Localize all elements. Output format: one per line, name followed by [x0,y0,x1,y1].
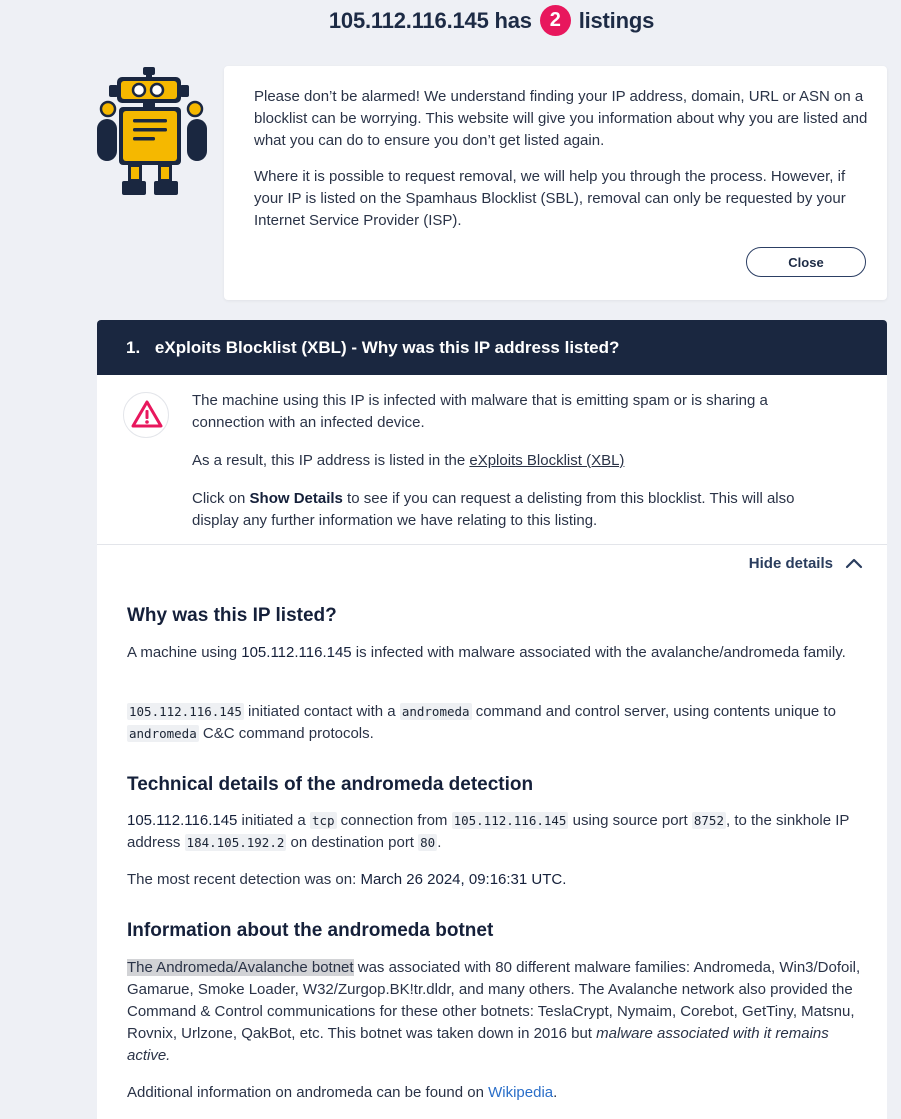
technical-heading: Technical details of the andromeda detec… [127,774,534,795]
divider [97,544,887,545]
why-heading: Why was this IP listed? [127,605,337,626]
hide-details-toggle[interactable]: Hide details [749,552,863,574]
why-paragraph-2: 105.112.116.145 initiated contact with a… [127,703,836,742]
page-title: 105.112.116.145 has 2 listings [0,4,901,36]
warning-triangle-icon [123,392,169,438]
listing-card: 1. eXploits Blocklist (XBL) - Why was th… [97,320,887,1119]
recent-detection: The most recent detection was on: March … [127,871,567,888]
notice-paragraph-2: Where it is possible to request removal,… [254,168,846,229]
chevron-up-icon [845,558,863,569]
botnet-info-heading: Information about the andromeda botnet [127,920,494,941]
listing-header: 1. eXploits Blocklist (XBL) - Why was th… [97,320,887,375]
summary-infected: The machine using this IP is infected wi… [192,392,768,431]
wikipedia-link[interactable]: Wikipedia [488,1084,553,1101]
listing-count-badge: 2 [539,4,571,36]
summary-show-details: Click on Show Details to see if you can … [192,490,795,529]
robot-mascot-icon [97,67,207,195]
hide-details-label: Hide details [748,554,833,572]
close-button[interactable]: Close [746,247,866,277]
botnet-info-paragraph: The Andromeda/Avalanche botnet was assoc… [127,959,861,1064]
technical-paragraph: 105.112.116.145 initiated a tcp connecti… [127,812,850,851]
title-has: has [494,8,533,33]
title-ip: 105.112.116.145 [328,8,489,33]
notice-paragraph-1: Please don’t be alarmed! We understand f… [254,88,868,149]
listing-number: 1. [126,338,141,357]
reassurance-notice: Please don’t be alarmed! We understand f… [224,66,887,300]
title-listings: listings [578,8,655,33]
why-paragraph-1: A machine using 105.112.116.145 is infec… [127,644,846,661]
xbl-link[interactable]: eXploits Blocklist (XBL) [469,452,624,469]
additional-info: Additional information on andromeda can … [127,1084,558,1101]
listing-title: eXploits Blocklist (XBL) - Why was this … [154,338,620,357]
summary-result: As a result, this IP address is listed i… [192,452,625,469]
